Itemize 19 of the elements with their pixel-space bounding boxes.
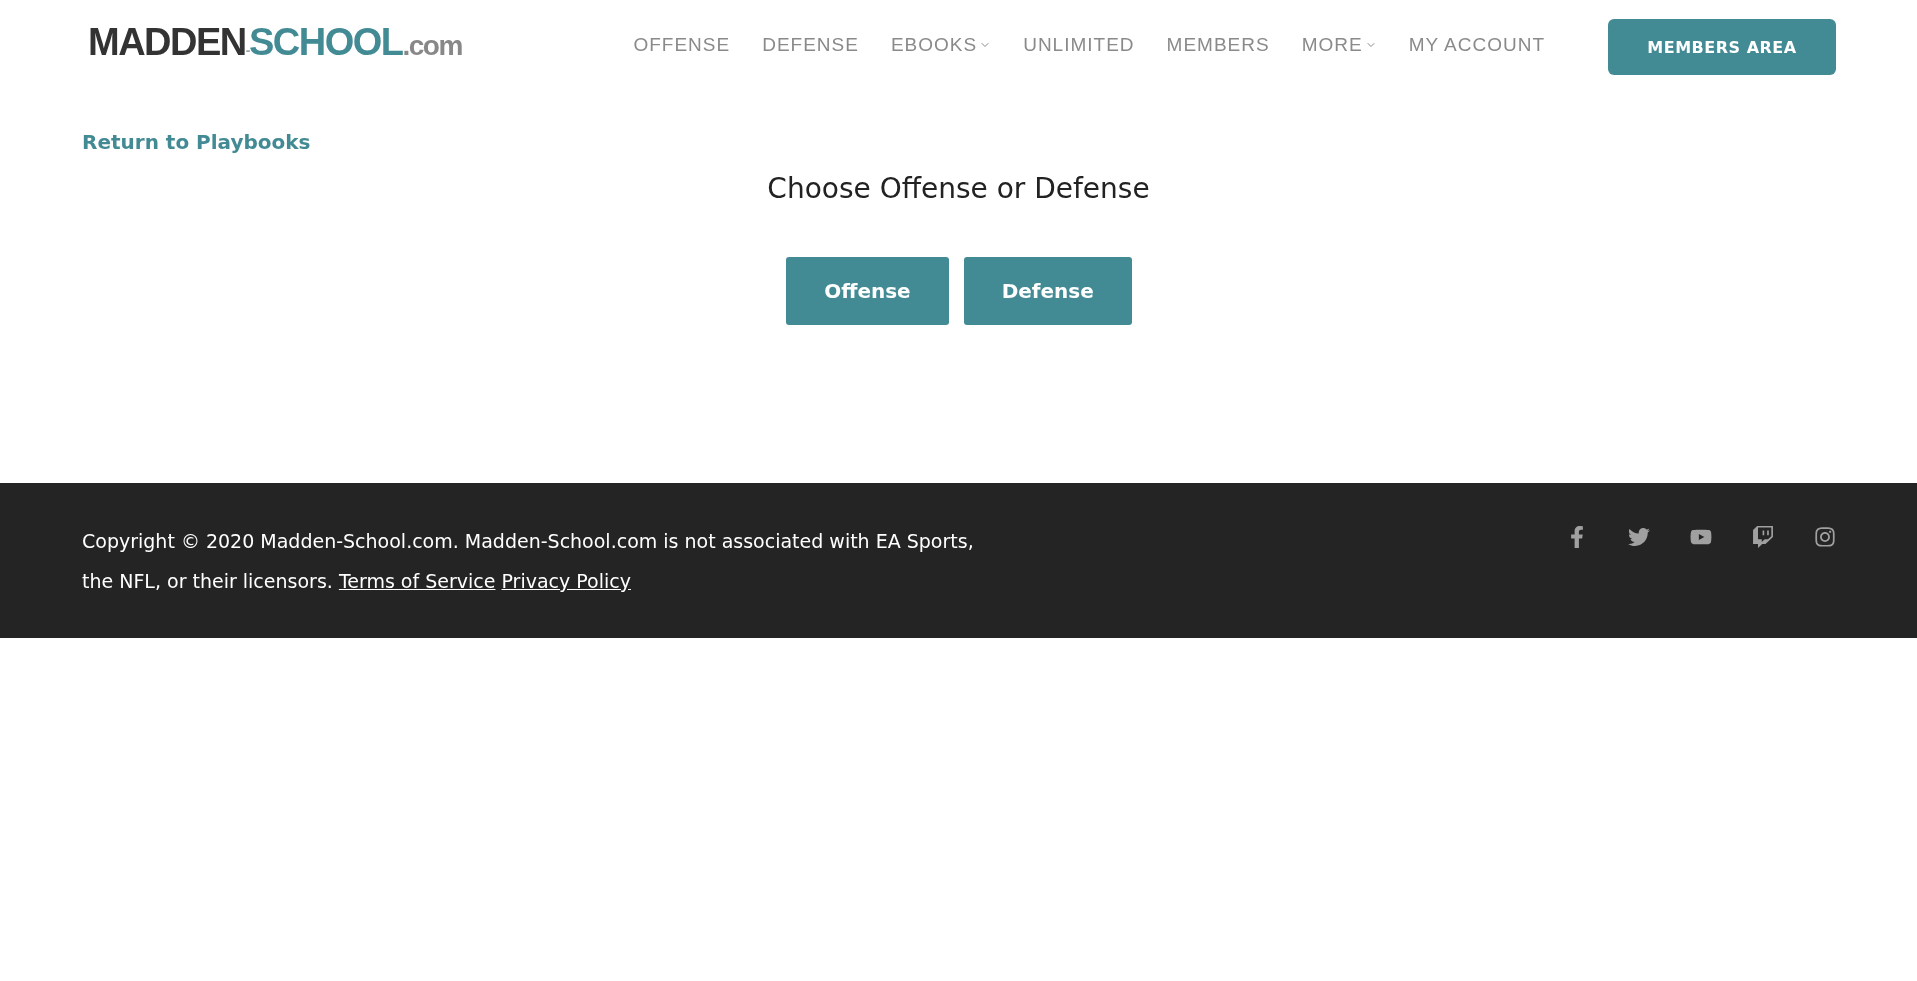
copyright-text: Copyright © 2020 Madden-School.com. Madden-School.com is not associated with EA Sports, the NFL, or their licensors. Terms of Service Privacy Policy bbox=[82, 529, 975, 594]
nav-link[interactable]: MY ACCOUNT bbox=[1408, 34, 1545, 56]
choice-button[interactable]: Defense bbox=[963, 257, 1132, 325]
return-link[interactable]: Return to Playbooks bbox=[82, 130, 311, 154]
nav-link[interactable]: DEFENSE bbox=[762, 34, 859, 56]
twitch-icon[interactable] bbox=[1752, 526, 1774, 548]
page-title: Choose Offense or Defense bbox=[766, 172, 1151, 205]
choice-button[interactable]: Offense bbox=[786, 257, 949, 325]
nav-link[interactable]: OFFENSE bbox=[633, 34, 731, 56]
nav-link[interactable]: EBOOKS bbox=[890, 34, 992, 56]
footer-link[interactable]: Terms of Service bbox=[338, 570, 496, 592]
members-area-button[interactable]: MEMBERS AREA bbox=[1608, 19, 1836, 75]
nav-link[interactable]: MORE bbox=[1301, 34, 1377, 56]
nav-link[interactable]: UNLIMITED bbox=[1023, 34, 1135, 56]
footer-link[interactable]: Privacy Policy bbox=[501, 570, 631, 592]
site-logo[interactable]: MADDEN-SCHOOL.com bbox=[88, 20, 462, 64]
nav-link[interactable]: MEMBERS bbox=[1166, 34, 1270, 56]
instagram-icon[interactable] bbox=[1814, 526, 1836, 548]
twitter-icon[interactable] bbox=[1628, 526, 1650, 548]
